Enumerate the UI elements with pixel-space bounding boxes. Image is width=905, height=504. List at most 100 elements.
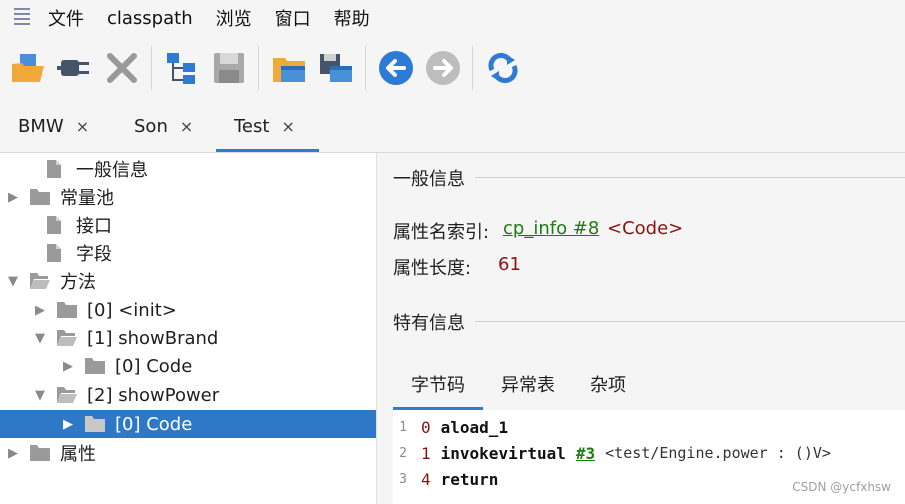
tree-item-method-init[interactable]: ▶ [0] <init> [0, 296, 376, 324]
tree-item-label: [0] Code [115, 413, 193, 435]
expand-arrow-icon[interactable]: ▶ [6, 446, 20, 461]
menu-classpath[interactable]: classpath [107, 8, 193, 29]
hierarchy-button[interactable] [163, 49, 201, 87]
toolbar-separator [258, 46, 259, 90]
tree-item-label: 接口 [76, 216, 112, 237]
line-number: 2 [399, 445, 407, 461]
tree-item-label: 一般信息 [76, 160, 148, 181]
bytecode-offset: 0 [421, 417, 431, 437]
expand-arrow-icon[interactable]: ▶ [33, 303, 47, 318]
tab-label: Son [134, 115, 168, 137]
tree-item-interfaces[interactable]: 接口 [0, 211, 376, 239]
bytecode-line: 3 4 return [393, 466, 498, 492]
code-inner-tabs: 字节码 异常表 杂项 [393, 358, 905, 410]
hierarchy-icon [167, 53, 195, 84]
tree-item-label: 属性 [60, 444, 96, 465]
bytecode-comment: <test/Engine.power : ()V> [605, 444, 831, 462]
menu-window[interactable]: 窗口 [275, 5, 311, 31]
tree-item-label: [1] showBrand [87, 327, 219, 349]
tree-item-showbrand-code[interactable]: ▶ [0] Code [0, 352, 376, 380]
folder-icon [30, 445, 50, 461]
close-tab-icon[interactable]: × [180, 117, 193, 136]
plug-icon [57, 60, 89, 76]
folder-open-icon [57, 387, 77, 403]
close-tab-icon[interactable]: × [76, 117, 89, 136]
opcode: return [440, 469, 499, 489]
specific-info-title: 特有信息 [393, 313, 465, 334]
open-file-button[interactable] [9, 49, 47, 87]
tab-test[interactable]: Test × [216, 100, 319, 152]
detail-panel: 一般信息 属性名索引: cp_info #8 <Code> 属性长度: 61 特… [377, 153, 905, 504]
save-icon [214, 53, 244, 83]
tab-exception-table[interactable]: 异常表 [483, 358, 573, 410]
menu-help[interactable]: 帮助 [334, 5, 370, 31]
general-info-title: 一般信息 [393, 169, 465, 190]
forward-button[interactable] [424, 49, 462, 87]
tree-item-general-info[interactable]: 一般信息 [0, 155, 376, 183]
toolbar-separator [365, 46, 366, 90]
menu-browse[interactable]: 浏览 [216, 5, 252, 31]
tree-item-constant-pool[interactable]: ▶ 常量池 [0, 183, 376, 211]
bytecode-offset: 1 [421, 443, 431, 463]
forward-arrow-icon [426, 51, 460, 85]
folder-icon [85, 358, 105, 374]
section-divider [475, 177, 905, 178]
tree-item-attributes[interactable]: ▶ 属性 [0, 439, 376, 467]
collapse-arrow-icon[interactable]: ▼ [6, 274, 20, 289]
tree-item-method-showbrand[interactable]: ▼ [1] showBrand [0, 324, 376, 352]
menu-bar: 文件 classpath 浏览 窗口 帮助 [0, 0, 905, 36]
line-number: 3 [399, 471, 407, 487]
open-folder-icon [12, 54, 44, 82]
tree-item-method-showpower[interactable]: ▼ [2] showPower [0, 381, 376, 409]
tree-item-label: [0] <init> [87, 299, 177, 321]
attribute-name-index-label: 属性名索引: [393, 222, 490, 243]
menu-file[interactable]: 文件 [48, 5, 84, 31]
refresh-button[interactable] [484, 49, 522, 87]
app-logo-icon [12, 5, 32, 31]
class-tree: 一般信息 ▶ 常量池 接口 字段 ▼ 方法 ▶ [0] <init> ▼ [1]… [0, 153, 377, 504]
attribute-length-value: 61 [498, 254, 521, 275]
tree-item-methods[interactable]: ▼ 方法 [0, 267, 376, 295]
collapse-arrow-icon[interactable]: ▼ [33, 388, 47, 403]
document-icon [47, 160, 61, 178]
tab-misc[interactable]: 杂项 [573, 358, 643, 410]
close-tab-icon[interactable]: × [281, 117, 294, 136]
save-window-icon [320, 54, 352, 82]
tab-label: Test [234, 115, 270, 137]
expand-arrow-icon[interactable]: ▶ [61, 359, 75, 374]
back-button[interactable] [377, 49, 415, 87]
cp-info-link[interactable]: cp_info #8 [503, 218, 599, 239]
collapse-arrow-icon[interactable]: ▼ [33, 331, 47, 346]
expand-arrow-icon[interactable]: ▶ [6, 190, 20, 205]
toolbar [0, 36, 905, 100]
document-icon [47, 244, 61, 262]
expand-arrow-icon[interactable]: ▶ [61, 417, 75, 432]
tab-bytecode[interactable]: 字节码 [393, 358, 483, 410]
bytecode-line: 1 0 aload_1 [393, 414, 508, 440]
tree-item-label: [2] showPower [87, 384, 220, 406]
tab-bmw[interactable]: BMW × [18, 100, 89, 152]
bytecode-offset: 4 [421, 469, 431, 489]
folder-open-icon [57, 330, 77, 346]
folder-icon [30, 189, 50, 205]
tree-item-fields[interactable]: 字段 [0, 239, 376, 267]
save-window-button[interactable] [317, 49, 355, 87]
toolbar-separator [151, 46, 152, 90]
section-divider [475, 321, 905, 322]
folder-open-icon [30, 273, 50, 289]
constant-pool-ref-link[interactable]: #3 [576, 444, 595, 463]
bytecode-line: 2 1 invokevirtual #3 <test/Engine.power … [393, 440, 831, 466]
tab-son[interactable]: Son × [134, 100, 193, 152]
attribute-name-value: <Code> [607, 218, 684, 239]
save-button[interactable] [210, 49, 248, 87]
tree-item-showpower-code[interactable]: ▶ [0] Code [0, 410, 376, 438]
opcode: invokevirtual [440, 443, 566, 463]
connect-button[interactable] [56, 49, 94, 87]
document-icon [47, 216, 61, 234]
folder-icon [85, 416, 105, 432]
refresh-icon [488, 52, 518, 84]
open-folder-window-button[interactable] [270, 49, 308, 87]
attribute-length-label: 属性长度: [393, 258, 472, 279]
tree-item-label: 常量池 [60, 188, 114, 209]
close-file-button[interactable] [103, 49, 141, 87]
